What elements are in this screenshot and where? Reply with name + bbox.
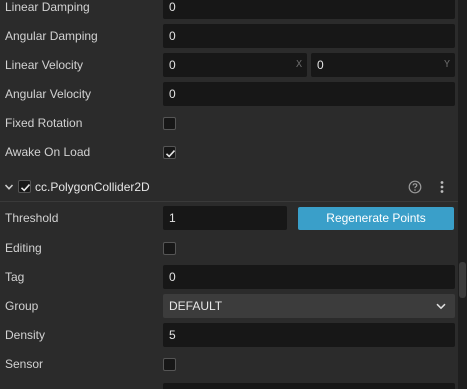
angular-damping-label: Angular Damping: [5, 29, 98, 43]
component-title: cc.PolygonCollider2D: [35, 180, 150, 194]
linear-damping-label: Linear Damping: [5, 0, 90, 14]
linear-velocity-x-input[interactable]: 0 X: [163, 53, 307, 77]
density-input[interactable]: 5: [163, 323, 455, 347]
question-circle-icon[interactable]: [408, 180, 422, 194]
x-axis-label: X: [295, 59, 302, 70]
tag-row: Tag 0: [0, 265, 458, 289]
linear-damping-input[interactable]: 0: [163, 0, 455, 19]
linear-damping-row: Linear Damping 0: [0, 0, 458, 19]
component-enabled-checkbox[interactable]: [18, 180, 31, 193]
inspector-panel: Linear Damping 0 Angular Damping 0 Linea…: [0, 0, 458, 389]
angular-damping-row: Angular Damping 0: [0, 24, 458, 48]
regenerate-points-button[interactable]: Regenerate Points: [298, 207, 454, 230]
angular-velocity-label: Angular Velocity: [5, 87, 92, 101]
scrollbar-track[interactable]: [458, 0, 467, 389]
friction-input[interactable]: [163, 383, 455, 389]
fixed-rotation-label: Fixed Rotation: [5, 116, 83, 130]
linear-velocity-y-value: 0: [317, 58, 324, 72]
sensor-label: Sensor: [5, 357, 44, 371]
tag-input[interactable]: 0: [163, 265, 455, 289]
group-selected-value: DEFAULT: [169, 299, 223, 313]
fixed-rotation-checkbox[interactable]: [163, 117, 176, 130]
editing-checkbox[interactable]: [163, 242, 176, 255]
angular-velocity-row: Angular Velocity 0: [0, 82, 458, 106]
density-label: Density: [5, 328, 46, 342]
group-label: Group: [5, 299, 39, 313]
polygon-collider-header[interactable]: cc.PolygonCollider2D: [0, 173, 458, 202]
chevron-down-icon[interactable]: [4, 182, 14, 192]
checkmark-icon: [20, 184, 31, 192]
linear-velocity-x-value: 0: [169, 58, 176, 72]
scrollbar-thumb[interactable]: [459, 262, 466, 298]
angular-velocity-input[interactable]: 0: [163, 82, 455, 106]
awake-on-load-label: Awake On Load: [5, 145, 91, 159]
editing-row: Editing: [0, 236, 458, 260]
awake-on-load-checkbox[interactable]: [163, 146, 176, 159]
angular-damping-input[interactable]: 0: [163, 24, 455, 48]
linear-velocity-label: Linear Velocity: [5, 58, 84, 72]
vertical-ellipsis-icon[interactable]: [436, 180, 448, 194]
editing-label: Editing: [5, 241, 42, 255]
sensor-row: Sensor: [0, 352, 458, 376]
linear-velocity-row: Linear Velocity 0 X 0 Y: [0, 53, 458, 77]
threshold-input[interactable]: 1: [163, 206, 287, 230]
sensor-checkbox[interactable]: [163, 358, 176, 371]
y-axis-label: Y: [443, 59, 450, 70]
awake-on-load-row: Awake On Load: [0, 140, 458, 164]
threshold-label: Threshold: [5, 211, 59, 225]
group-select[interactable]: DEFAULT: [163, 294, 455, 318]
chevron-down-icon: [436, 303, 446, 310]
fixed-rotation-row: Fixed Rotation: [0, 111, 458, 135]
checkmark-icon: [165, 150, 176, 158]
tag-label: Tag: [5, 270, 25, 284]
density-row: Density 5: [0, 323, 458, 347]
linear-velocity-y-input[interactable]: 0 Y: [311, 53, 455, 77]
